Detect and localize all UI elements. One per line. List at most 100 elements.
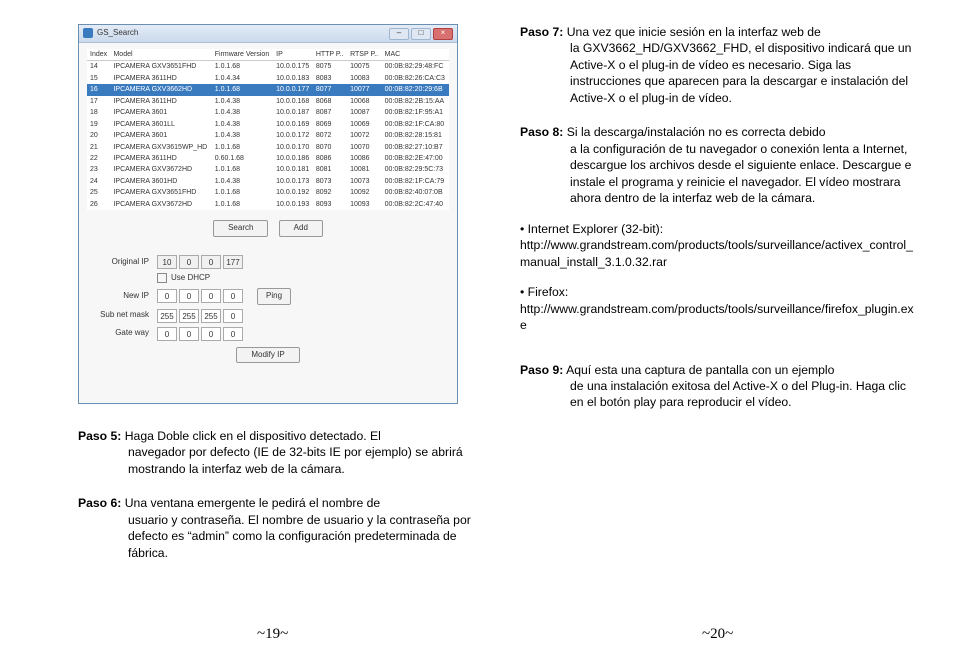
label-dhcp: Use DHCP bbox=[171, 273, 210, 284]
gw-1[interactable]: 0 bbox=[179, 327, 199, 341]
search-button[interactable]: Search bbox=[213, 220, 268, 237]
label-new-ip: New IP bbox=[87, 291, 157, 302]
step-7-label: Paso 7: bbox=[520, 25, 563, 39]
window-titlebar: GS_Search – □ × bbox=[79, 25, 457, 43]
table-cell: 26 bbox=[87, 199, 110, 210]
minimize-icon[interactable]: – bbox=[389, 28, 409, 40]
table-row[interactable]: 15IPCAMERA 3611HD1.0.4.3410.0.0.18380831… bbox=[87, 73, 449, 84]
table-cell: 8087 bbox=[313, 107, 347, 118]
table-row[interactable]: 19IPCAMERA 3601LL1.0.4.3810.0.0.16980691… bbox=[87, 119, 449, 130]
table-row[interactable]: 26IPCAMERA GXV3672HD1.0.1.6810.0.0.19380… bbox=[87, 199, 449, 210]
step-8: Paso 8: Si la descarga/instalación no es… bbox=[520, 124, 920, 206]
step-7-rest: la GXV3662_HD/GXV3662_FHD, el dispositiv… bbox=[520, 40, 920, 106]
window-title: GS_Search bbox=[97, 28, 138, 39]
table-cell: 10092 bbox=[347, 187, 382, 198]
table-cell: 1.0.1.68 bbox=[212, 199, 273, 210]
table-row[interactable]: 24IPCAMERA 3601HD1.0.4.3810.0.0.17380731… bbox=[87, 176, 449, 187]
table-row[interactable]: 22IPCAMERA 3611HD0.60.1.6810.0.0.1868086… bbox=[87, 153, 449, 164]
table-row[interactable]: 23IPCAMERA GXV3672HD1.0.1.6810.0.0.18180… bbox=[87, 164, 449, 175]
table-cell: IPCAMERA GXV3651FHD bbox=[110, 61, 211, 73]
gw-2[interactable]: 0 bbox=[201, 327, 221, 341]
table-cell: 00:0B:82:26:CA:C3 bbox=[382, 73, 449, 84]
add-button[interactable]: Add bbox=[279, 220, 323, 237]
new-ip-0[interactable]: 0 bbox=[157, 289, 177, 303]
table-cell: 8093 bbox=[313, 199, 347, 210]
table-cell: 10093 bbox=[347, 199, 382, 210]
table-cell: IPCAMERA 3611HD bbox=[110, 73, 211, 84]
new-ip-2[interactable]: 0 bbox=[201, 289, 221, 303]
table-cell: 00:0B:82:1F:95:A1 bbox=[382, 107, 449, 118]
table-row[interactable]: 21IPCAMERA GXV3615WP_HD1.0.1.6810.0.0.17… bbox=[87, 142, 449, 153]
step-5-rest: navegador por defecto (IE de 32-bits IE … bbox=[78, 444, 478, 477]
table-cell: 00:0B:82:1F:CA:79 bbox=[382, 176, 449, 187]
subnet-0[interactable]: 255 bbox=[157, 309, 177, 323]
table-cell: 17 bbox=[87, 96, 110, 107]
table-cell: 1.0.4.38 bbox=[212, 107, 273, 118]
table-cell: 10.0.0.170 bbox=[273, 142, 313, 153]
table-cell: IPCAMERA GXV3615WP_HD bbox=[110, 142, 211, 153]
table-cell: 10083 bbox=[347, 73, 382, 84]
table-cell: 10086 bbox=[347, 153, 382, 164]
table-cell: 20 bbox=[87, 130, 110, 141]
orig-ip-1: 0 bbox=[179, 255, 199, 269]
gw-3[interactable]: 0 bbox=[223, 327, 243, 341]
step-7: Paso 7: Una vez que inicie sesión en la … bbox=[520, 24, 920, 106]
subnet-2[interactable]: 255 bbox=[201, 309, 221, 323]
gw-0[interactable]: 0 bbox=[157, 327, 177, 341]
step-5: Paso 5: Haga Doble click en el dispositi… bbox=[78, 428, 478, 477]
table-cell: 24 bbox=[87, 176, 110, 187]
table-cell: 10081 bbox=[347, 164, 382, 175]
close-icon[interactable]: × bbox=[433, 28, 453, 40]
table-cell: 19 bbox=[87, 119, 110, 130]
table-row[interactable]: 20IPCAMERA 36011.0.4.3810.0.0.1728072100… bbox=[87, 130, 449, 141]
table-row[interactable]: 25IPCAMERA GXV3651FHD1.0.1.6810.0.0.1928… bbox=[87, 187, 449, 198]
subnet-3[interactable]: 0 bbox=[223, 309, 243, 323]
table-cell: 10070 bbox=[347, 142, 382, 153]
table-cell: 10072 bbox=[347, 130, 382, 141]
maximize-icon[interactable]: □ bbox=[411, 28, 431, 40]
table-row[interactable]: 14IPCAMERA GXV3651FHD1.0.1.6810.0.0.1758… bbox=[87, 61, 449, 73]
step-8-line1: Si la descarga/instalación no es correct… bbox=[567, 125, 826, 139]
step-7-line1: Una vez que inicie sesión en la interfaz… bbox=[567, 25, 821, 39]
table-cell: 8070 bbox=[313, 142, 347, 153]
table-cell: 10068 bbox=[347, 96, 382, 107]
new-ip-3[interactable]: 0 bbox=[223, 289, 243, 303]
table-cell: 10.0.0.181 bbox=[273, 164, 313, 175]
ff-title: • Firefox: bbox=[520, 284, 920, 300]
table-cell: IPCAMERA 3601HD bbox=[110, 176, 211, 187]
new-ip-1[interactable]: 0 bbox=[179, 289, 199, 303]
table-cell: 8077 bbox=[313, 84, 347, 95]
table-row[interactable]: 18IPCAMERA 36011.0.4.3810.0.0.1878087100… bbox=[87, 107, 449, 118]
table-row[interactable]: 16IPCAMERA GXV3662HD1.0.1.6810.0.0.17780… bbox=[87, 84, 449, 95]
table-cell: 00:0B:82:2C:47:40 bbox=[382, 199, 449, 210]
ping-button[interactable]: Ping bbox=[257, 288, 291, 305]
table-header: Firmware Version bbox=[212, 49, 273, 61]
step-5-line1: Haga Doble click en el dispositivo detec… bbox=[125, 429, 381, 443]
modify-ip-button[interactable]: Modify IP bbox=[236, 347, 299, 364]
table-header: IP bbox=[273, 49, 313, 61]
table-cell: 00:0B:82:40:07:0B bbox=[382, 187, 449, 198]
page-number-left: ~19~ bbox=[257, 626, 288, 643]
device-table[interactable]: IndexModelFirmware VersionIPHTTP P..RTSP… bbox=[87, 49, 449, 210]
subnet-1[interactable]: 255 bbox=[179, 309, 199, 323]
dhcp-checkbox[interactable] bbox=[157, 273, 167, 283]
orig-ip-0: 10 bbox=[157, 255, 177, 269]
table-cell: 1.0.4.38 bbox=[212, 176, 273, 187]
table-cell: 00:0B:82:2E:47:00 bbox=[382, 153, 449, 164]
app-icon bbox=[83, 28, 93, 38]
step-5-label: Paso 5: bbox=[78, 429, 121, 443]
table-cell: 1.0.1.68 bbox=[212, 84, 273, 95]
table-cell: IPCAMERA GXV3651FHD bbox=[110, 187, 211, 198]
table-header: MAC bbox=[382, 49, 449, 61]
table-cell: 14 bbox=[87, 61, 110, 73]
table-row[interactable]: 17IPCAMERA 3611HD1.0.4.3810.0.0.16880681… bbox=[87, 96, 449, 107]
table-cell: 8072 bbox=[313, 130, 347, 141]
table-cell: 8092 bbox=[313, 187, 347, 198]
table-cell: 10069 bbox=[347, 119, 382, 130]
table-cell: 1.0.1.68 bbox=[212, 142, 273, 153]
table-cell: 10.0.0.172 bbox=[273, 130, 313, 141]
gs-search-window: GS_Search – □ × IndexModelFirmware Versi… bbox=[78, 24, 458, 404]
orig-ip-3: 177 bbox=[223, 255, 243, 269]
step-6-label: Paso 6: bbox=[78, 496, 121, 510]
table-header: HTTP P.. bbox=[313, 49, 347, 61]
